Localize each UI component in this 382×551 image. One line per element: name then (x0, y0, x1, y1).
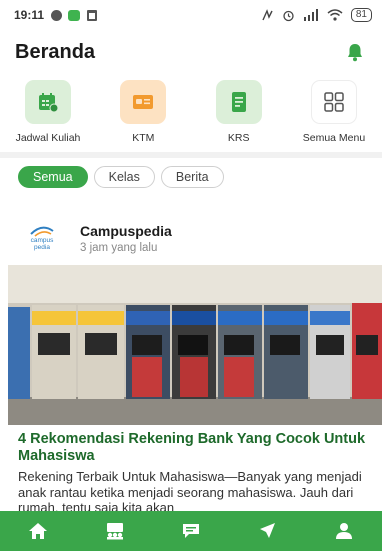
status-left: 19:11 (14, 8, 98, 22)
menu-item-semua-menu[interactable]: Semua Menu (290, 80, 378, 152)
post-meta: Campuspedia 3 jam yang lalu (80, 223, 172, 254)
menu-icon-box (120, 80, 167, 124)
menu-label: Semua Menu (302, 132, 366, 144)
nav-home[interactable] (18, 515, 58, 547)
nav-chat[interactable] (171, 515, 211, 547)
home-icon (29, 523, 48, 539)
section-divider (0, 152, 382, 158)
menu-item-jadwal-kuliah[interactable]: Jadwal Kuliah (4, 80, 92, 152)
menu-icon-box (310, 80, 357, 124)
rocket-icon (260, 523, 276, 538)
post-excerpt: Rekening Terbaik Untuk Mahasiswa—Banyak … (18, 469, 362, 515)
document-icon (231, 92, 246, 112)
chip-berita[interactable]: Berita (160, 166, 224, 188)
menu-label: KRS (227, 132, 250, 144)
header: Beranda (0, 30, 382, 74)
chip-kelas[interactable]: Kelas (93, 166, 155, 188)
class-icon (106, 523, 123, 540)
filter-chips: Semua Kelas Berita (18, 166, 224, 188)
wifi-icon (327, 9, 343, 21)
chip-semua[interactable]: Semua (18, 166, 88, 188)
menu-label: KTM (132, 132, 155, 144)
post-source: Campuspedia (80, 222, 172, 239)
campuspedia-logo: campus pedia (18, 218, 66, 258)
menu-item-krs[interactable]: KRS (195, 80, 283, 152)
post-image[interactable] (8, 265, 382, 425)
logo-text-2: pedia (34, 244, 50, 251)
menu-item-ktm[interactable]: KTM (99, 80, 187, 152)
menu-icon-box (215, 80, 262, 124)
bell-icon[interactable] (344, 41, 366, 63)
status-bar: 19:11 81 (0, 0, 382, 30)
notification-dot-icon (50, 9, 62, 21)
nav-explore[interactable] (247, 515, 287, 547)
nav-class[interactable] (95, 515, 135, 547)
nfc-icon (262, 8, 273, 20)
menu-icon-box (25, 80, 71, 124)
page-title: Beranda (15, 40, 96, 63)
logo-text-1: campus (30, 237, 54, 244)
id-card-icon (133, 95, 154, 109)
battery-indicator: 81 (350, 8, 372, 22)
atm-row-illustration (8, 265, 382, 425)
alarm-icon (283, 10, 294, 21)
chat-icon (182, 524, 199, 538)
post-time: 3 jam yang lalu (80, 241, 158, 254)
status-right: 81 (261, 8, 372, 22)
post-title[interactable]: 4 Rekomendasi Rekening Bank Yang Cocok U… (18, 431, 378, 465)
status-time: 19:11 (14, 8, 45, 22)
trash-notification-icon (86, 9, 98, 21)
calendar-icon (39, 93, 59, 113)
signal-icon (303, 9, 318, 21)
app-notification-icon (68, 9, 81, 21)
post-header[interactable]: campus pedia Campuspedia 3 jam yang lalu (18, 218, 172, 258)
quick-menu: Jadwal Kuliah KTM KRS Semua Menu (0, 80, 382, 152)
menu-label: Jadwal Kuliah (15, 132, 81, 144)
bottom-nav (0, 511, 382, 551)
nav-profile[interactable] (324, 515, 364, 547)
logo-swoosh-icon (30, 226, 54, 237)
profile-icon (335, 523, 352, 539)
grid-icon (324, 92, 344, 112)
